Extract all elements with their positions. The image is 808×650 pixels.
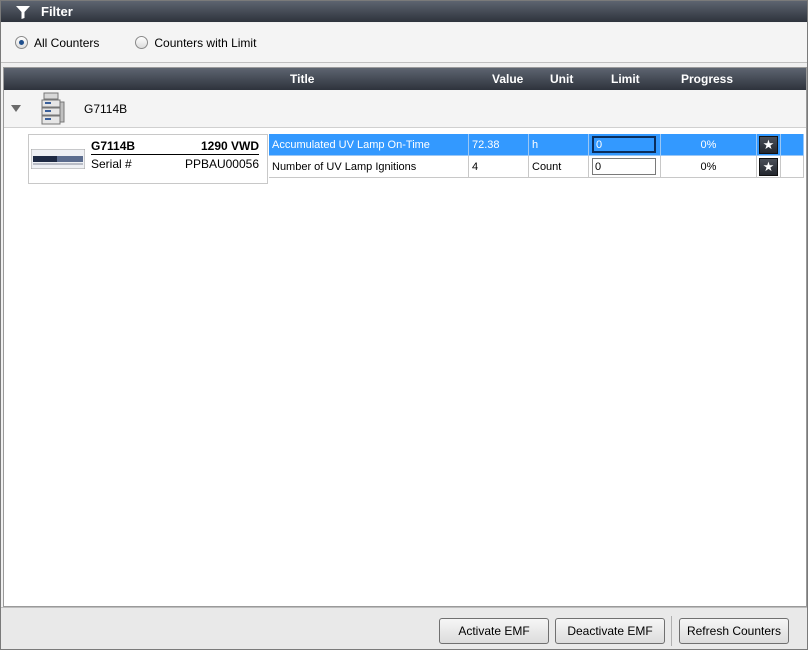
module-name: 1290 VWD: [200, 139, 259, 153]
radio-counters-with-limit[interactable]: Counters with Limit: [135, 36, 256, 50]
cell-action: ★: [757, 156, 781, 178]
star-icon[interactable]: ★: [759, 136, 778, 154]
cell-progress: 0%: [661, 134, 757, 156]
footer-bar: Activate EMF Deactivate EMF Refresh Coun…: [1, 607, 807, 649]
cell-empty: [781, 156, 804, 178]
cell-progress: 0%: [661, 156, 757, 178]
separator: [671, 616, 672, 646]
column-progress[interactable]: Progress: [681, 72, 733, 86]
column-limit[interactable]: Limit: [611, 72, 640, 86]
radio-label: Counters with Limit: [154, 35, 257, 50]
activate-emf-button[interactable]: Activate EMF: [439, 618, 549, 644]
filter-header: Filter: [1, 1, 807, 22]
cell-title: Accumulated UV Lamp On-Time: [269, 134, 469, 156]
cell-limit: [589, 156, 661, 178]
group-row[interactable]: G7114B: [4, 90, 806, 128]
cell-value: 4: [469, 156, 529, 178]
column-value[interactable]: Value: [492, 72, 523, 86]
cell-empty: [781, 134, 804, 156]
cell-value: 72.38: [469, 134, 529, 156]
cell-limit: [589, 134, 661, 156]
filter-options: All Counters Counters with Limit: [1, 23, 807, 63]
emf-window: Filter All Counters Counters with Limit …: [0, 0, 808, 650]
refresh-counters-button[interactable]: Refresh Counters: [679, 618, 789, 644]
cell-unit: Count: [529, 156, 589, 178]
module-model: G7114B: [91, 139, 136, 153]
table-row[interactable]: Number of UV Lamp Ignitions 4 Count 0% ★: [269, 156, 804, 178]
module-card: G7114B 1290 VWD Serial # PPBAU00056: [28, 134, 268, 184]
divider: [91, 154, 259, 155]
limit-input[interactable]: [592, 136, 656, 153]
deactivate-emf-button[interactable]: Deactivate EMF: [555, 618, 665, 644]
funnel-icon: [13, 4, 33, 20]
radio-button[interactable]: [135, 36, 149, 49]
counters-grid: Title Value Unit Limit Progress G7114B G…: [3, 67, 807, 607]
column-header: Title Value Unit Limit Progress: [4, 68, 806, 90]
cell-unit: h: [529, 134, 589, 156]
radio-label: All Counters: [34, 35, 100, 50]
radio-all-counters[interactable]: All Counters: [15, 36, 99, 50]
serial-label: Serial #: [91, 157, 132, 171]
star-icon[interactable]: ★: [759, 158, 778, 176]
module-image: [30, 148, 86, 172]
column-title[interactable]: Title: [290, 72, 314, 86]
column-unit[interactable]: Unit: [550, 72, 573, 86]
group-label: G7114B: [84, 102, 128, 116]
limit-input[interactable]: [592, 158, 656, 175]
table-row[interactable]: Accumulated UV Lamp On-Time 72.38 h 0% ★: [269, 134, 804, 156]
cell-action: ★: [757, 134, 781, 156]
radio-button[interactable]: [15, 36, 28, 49]
filter-title: Filter: [41, 4, 73, 19]
serial-value: PPBAU00056: [184, 157, 259, 171]
instrument-icon: [40, 92, 66, 129]
chevron-down-icon[interactable]: [11, 105, 21, 112]
cell-title: Number of UV Lamp Ignitions: [269, 156, 469, 178]
